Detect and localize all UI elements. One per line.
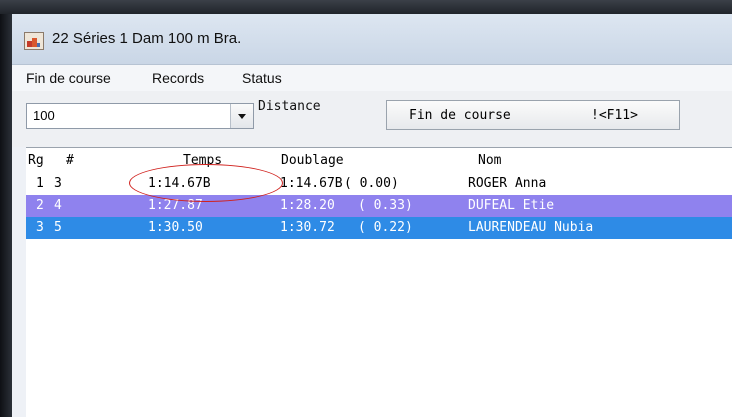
results-header: Rg # Temps Doublage Nom	[26, 150, 732, 172]
table-row[interactable]: 2 4 1:27.87 1:28.20 ( 0.33) DUFEAL Etie	[26, 195, 732, 217]
row-name: LAURENDEAU Nubia	[468, 220, 594, 235]
row-name: ROGER Anna	[468, 176, 547, 191]
row-diff: ( 0.22)	[358, 220, 413, 235]
row-time: 1:30.50	[148, 220, 203, 235]
fin-de-course-shortcut: !<F11>	[591, 108, 638, 123]
chevron-down-icon[interactable]	[230, 104, 253, 128]
fin-de-course-button[interactable]: Fin de course !<F11>	[386, 100, 680, 130]
row-split: 1:30.72	[280, 220, 335, 235]
header-split: Doublage	[281, 153, 344, 168]
title-bar[interactable]: 22 Séries 1 Dam 100 m Bra.	[12, 14, 732, 65]
row-diff: ( 0.33)	[358, 198, 413, 213]
menu-records[interactable]: Records	[152, 70, 204, 86]
row-number: 3	[54, 176, 62, 191]
fin-de-course-button-label: Fin de course	[409, 108, 511, 123]
distance-label: Distance	[258, 99, 321, 114]
annotation-circle	[129, 164, 283, 202]
header-rank: Rg	[28, 153, 44, 168]
row-name: DUFEAL Etie	[468, 198, 555, 213]
row-diff: ( 0.00)	[344, 176, 399, 191]
app-window: 22 Séries 1 Dam 100 m Bra. Fin de course…	[12, 14, 732, 418]
results-list[interactable]: Rg # Temps Doublage Nom 1 3 1:14.67B 1:1…	[26, 147, 732, 418]
distance-select[interactable]: 100	[26, 103, 254, 129]
window-title: 22 Séries 1 Dam 100 m Bra.	[52, 30, 242, 47]
row-rank: 2	[36, 198, 44, 213]
row-split: 1:14.67B	[280, 176, 343, 191]
menu-fin-de-course[interactable]: Fin de course	[26, 70, 111, 86]
row-rank: 3	[36, 220, 44, 235]
header-name: Nom	[478, 153, 502, 168]
distance-select-value: 100	[33, 108, 55, 123]
desktop-left-strip	[0, 14, 12, 417]
header-number: #	[66, 153, 74, 168]
row-split: 1:28.20	[280, 198, 335, 213]
desktop-frame: 22 Séries 1 Dam 100 m Bra. Fin de course…	[0, 0, 732, 418]
row-number: 4	[54, 198, 62, 213]
menu-status[interactable]: Status	[242, 70, 282, 86]
toolbar: 100 Distance Fin de course !<F11>	[12, 91, 732, 147]
menu-bar: Fin de course Records Status	[12, 65, 732, 91]
desktop-top-strip	[0, 0, 732, 14]
row-rank: 1	[36, 176, 44, 191]
row-number: 5	[54, 220, 62, 235]
app-icon	[24, 32, 44, 50]
table-row[interactable]: 3 5 1:30.50 1:30.72 ( 0.22) LAURENDEAU N…	[26, 217, 732, 239]
